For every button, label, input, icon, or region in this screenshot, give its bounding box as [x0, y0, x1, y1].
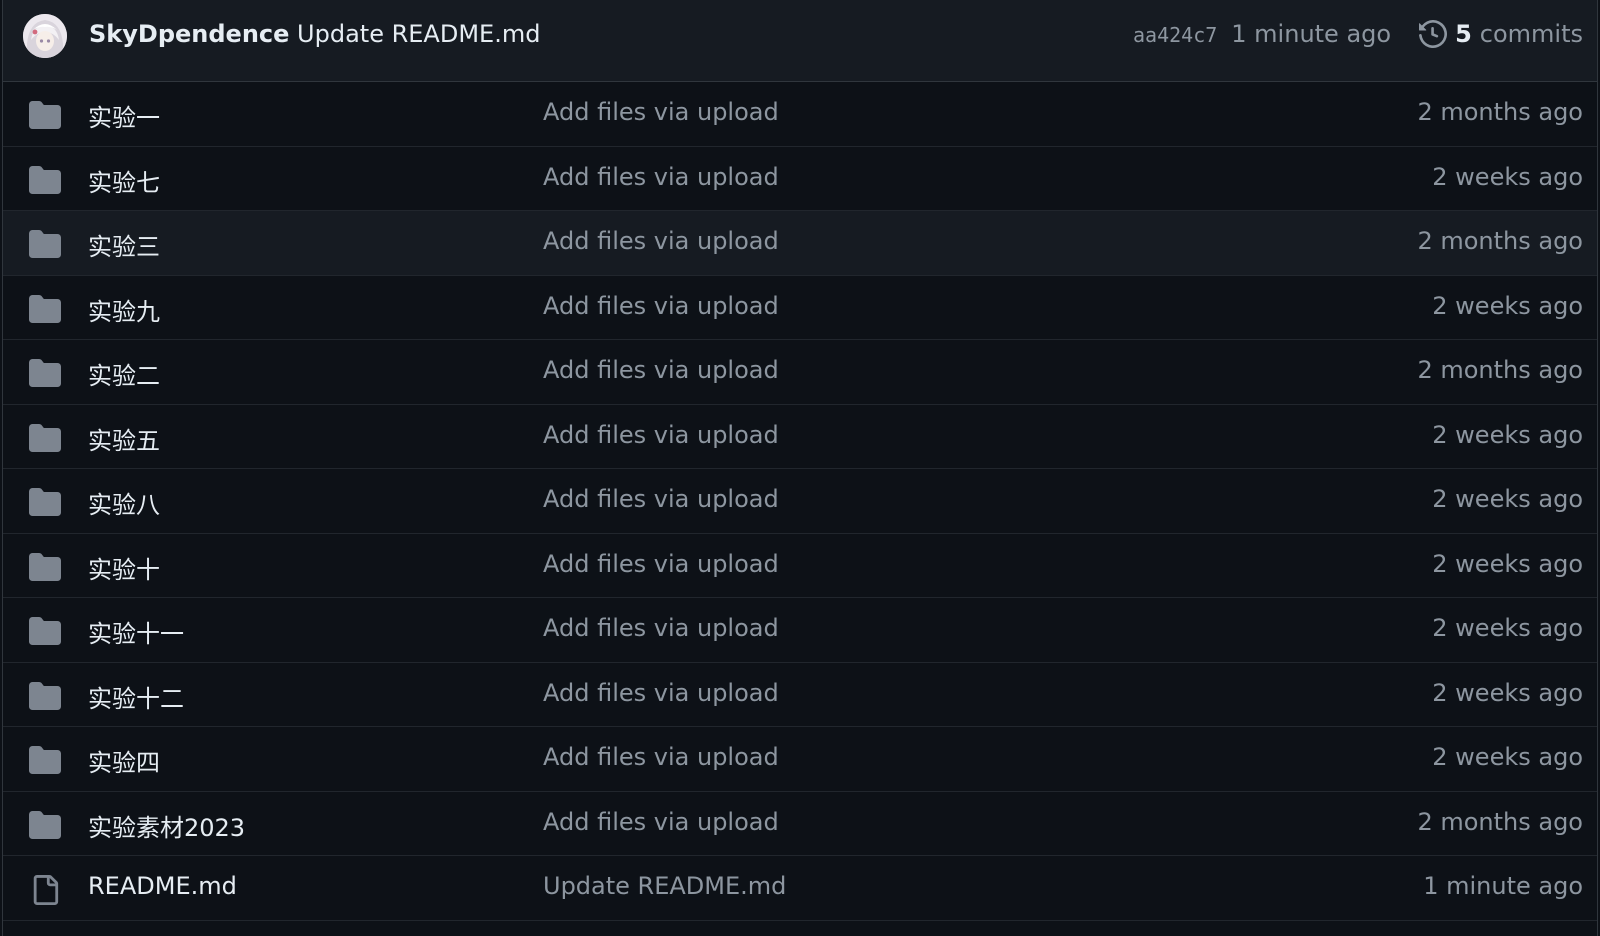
file-commit-message-link[interactable]: Add files via upload: [543, 163, 779, 191]
file-row[interactable]: README.md Update README.md 1 minute ago: [3, 856, 1597, 921]
author-avatar[interactable]: [23, 14, 67, 58]
file-commit-age: 2 months ago: [1417, 356, 1583, 384]
folder-row[interactable]: 实验三 Add files via upload 2 months ago: [3, 211, 1597, 276]
folder-icon: [29, 810, 61, 839]
history-icon: [1419, 20, 1448, 48]
file-commit-message-link[interactable]: Add files via upload: [543, 292, 779, 320]
file-name-link[interactable]: 实验素材2023: [88, 808, 245, 843]
file-commit-message-link[interactable]: Add files via upload: [543, 421, 779, 449]
file-name-link[interactable]: README.md: [88, 872, 237, 900]
folder-row[interactable]: 实验十一 Add files via upload 2 weeks ago: [3, 598, 1597, 663]
folder-row[interactable]: 实验九 Add files via upload 2 weeks ago: [3, 276, 1597, 340]
folder-row[interactable]: 实验二 Add files via upload 2 months ago: [3, 340, 1597, 405]
file-name-link[interactable]: 实验十: [88, 550, 160, 585]
latest-commit-bar: SkyDpendence Update README.md aa424c7 1 …: [3, 0, 1597, 82]
commit-time: 1 minute ago: [1231, 20, 1392, 48]
file-commit-message-link[interactable]: Add files via upload: [543, 614, 779, 642]
folder-row[interactable]: 实验十二 Add files via upload 2 weeks ago: [3, 663, 1597, 727]
file-commit-age: 2 weeks ago: [1432, 743, 1583, 771]
file-commit-age: 2 months ago: [1417, 807, 1583, 836]
folder-icon: [29, 552, 61, 581]
folder-row[interactable]: 实验一 Add files via upload 2 months ago: [3, 82, 1597, 147]
file-name-link[interactable]: 实验九: [88, 292, 160, 327]
file-icon: [29, 875, 61, 905]
file-name-link[interactable]: 实验二: [88, 356, 160, 391]
file-browser: SkyDpendence Update README.md aa424c7 1 …: [2, 0, 1598, 936]
file-commit-age: 2 months ago: [1417, 98, 1583, 126]
file-commit-age: 2 weeks ago: [1432, 291, 1583, 320]
folder-icon: [29, 101, 61, 129]
file-name-link[interactable]: 实验五: [88, 421, 160, 456]
file-name-link[interactable]: 实验十二: [88, 679, 184, 714]
file-commit-message-link[interactable]: Add files via upload: [543, 743, 779, 771]
file-name-link[interactable]: 实验八: [88, 485, 160, 520]
file-commit-message-link[interactable]: Add files via upload: [543, 98, 779, 126]
folder-row[interactable]: 实验八 Add files via upload 2 weeks ago: [3, 469, 1597, 534]
file-name-link[interactable]: 实验三: [88, 227, 160, 262]
commit-message-link[interactable]: Update README.md: [297, 20, 540, 48]
commits-count: 5: [1455, 20, 1472, 48]
folder-icon: [29, 488, 61, 516]
commit-sha-link[interactable]: aa424c7: [1133, 23, 1217, 47]
file-name-link[interactable]: 实验十一: [88, 614, 184, 649]
file-commit-message-link[interactable]: Add files via upload: [543, 356, 779, 384]
commit-author-link[interactable]: SkyDpendence: [89, 20, 289, 48]
file-commit-age: 2 weeks ago: [1432, 485, 1583, 513]
file-commit-age: 2 weeks ago: [1432, 678, 1583, 707]
folder-icon: [29, 165, 61, 194]
file-commit-age: 2 weeks ago: [1432, 162, 1583, 191]
folder-icon: [29, 230, 61, 258]
folder-icon: [29, 617, 61, 645]
commit-meta: aa424c7 1 minute ago 5 commits: [1133, 20, 1583, 48]
folder-icon: [29, 746, 61, 774]
file-commit-message-link[interactable]: Add files via upload: [543, 485, 779, 513]
file-commit-message-link[interactable]: Add files via upload: [543, 227, 779, 255]
file-name-link[interactable]: 实验四: [88, 743, 160, 778]
folder-icon: [29, 294, 61, 323]
file-commit-message-link[interactable]: Update README.md: [543, 872, 786, 900]
folder-row[interactable]: 实验十 Add files via upload 2 weeks ago: [3, 534, 1597, 598]
file-name-link[interactable]: 实验一: [88, 98, 160, 133]
commits-label: commits: [1479, 20, 1583, 48]
file-commit-message-link[interactable]: Add files via upload: [543, 550, 779, 578]
folder-row[interactable]: 实验素材2023 Add files via upload 2 months ago: [3, 792, 1597, 856]
folder-row[interactable]: 实验四 Add files via upload 2 weeks ago: [3, 727, 1597, 792]
folder-icon: [29, 359, 61, 387]
file-commit-age: 1 minute ago: [1423, 872, 1583, 900]
folder-row[interactable]: 实验五 Add files via upload 2 weeks ago: [3, 405, 1597, 469]
folder-row[interactable]: 实验七 Add files via upload 2 weeks ago: [3, 147, 1597, 211]
file-list: 实验一 Add files via upload 2 months ago 实验七 Ad…: [3, 82, 1597, 921]
folder-icon: [29, 423, 61, 452]
file-name-link[interactable]: 实验七: [88, 163, 160, 198]
file-commit-age: 2 weeks ago: [1432, 549, 1583, 578]
file-commit-message-link[interactable]: Add files via upload: [543, 808, 779, 836]
folder-icon: [29, 681, 61, 710]
commits-history-link[interactable]: 5 commits: [1419, 20, 1583, 48]
latest-commit-message: SkyDpendence Update README.md: [89, 20, 540, 48]
file-commit-age: 2 months ago: [1417, 227, 1583, 255]
file-commit-message-link[interactable]: Add files via upload: [543, 679, 779, 707]
file-commit-age: 2 weeks ago: [1432, 614, 1583, 642]
file-commit-age: 2 weeks ago: [1432, 420, 1583, 449]
